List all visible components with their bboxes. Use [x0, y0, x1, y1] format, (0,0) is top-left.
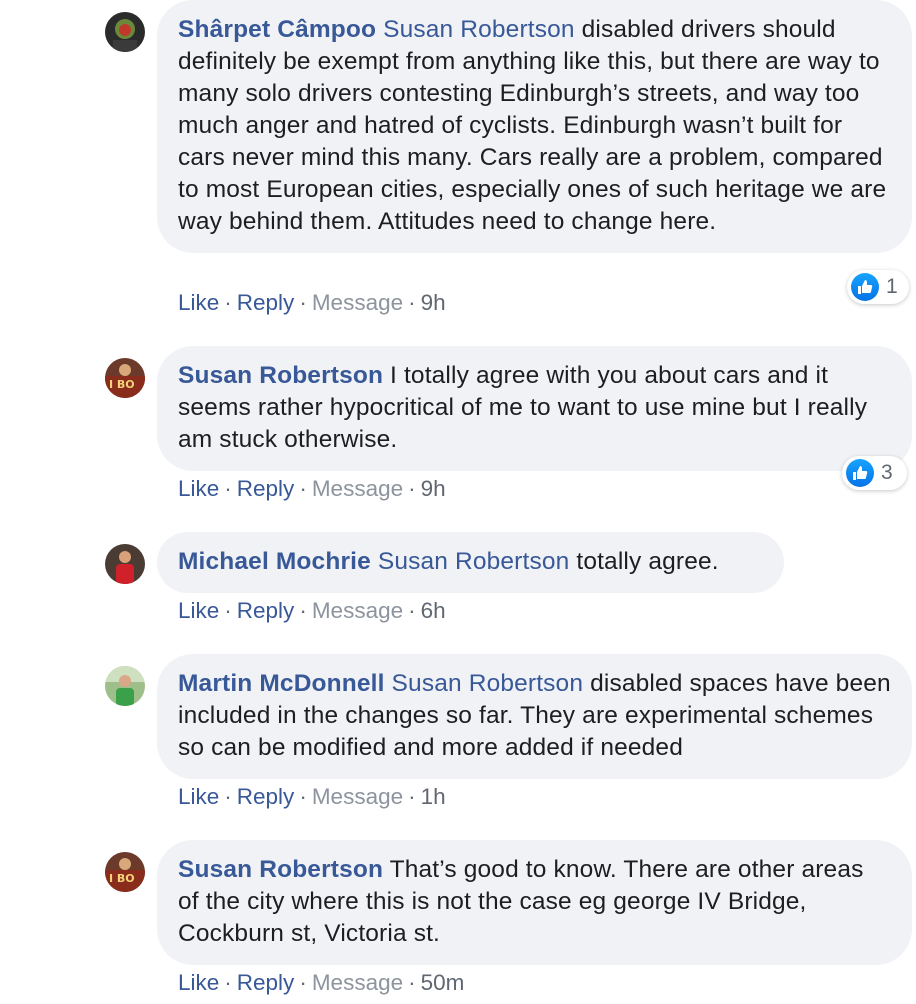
comment-bubble: Michael Mochrie Susan Robertson totally … — [157, 532, 784, 593]
reply-button[interactable]: Reply — [237, 598, 295, 623]
comment-mention[interactable]: Susan Robertson — [392, 670, 584, 697]
comment-mention[interactable]: Susan Robertson — [383, 16, 575, 43]
reaction-badge[interactable]: 3 — [842, 456, 907, 490]
like-button[interactable]: Like — [178, 598, 219, 623]
like-button[interactable]: Like — [178, 290, 219, 315]
comment-bubble: Shârpet Câmpoo Susan Robertson disabled … — [157, 0, 912, 253]
comment-author[interactable]: Susan Robertson — [178, 856, 383, 883]
message-button[interactable]: Message — [312, 784, 403, 809]
reaction-count: 3 — [881, 461, 893, 484]
comment-author[interactable]: Michael Mochrie — [178, 548, 371, 575]
separator: · — [408, 598, 416, 623]
comment-author[interactable]: Shârpet Câmpoo — [178, 16, 376, 43]
separator: · — [408, 290, 416, 315]
reaction-badge[interactable]: 1 — [847, 270, 909, 304]
like-button[interactable]: Like — [178, 970, 219, 995]
comment-author[interactable]: Martin McDonnell — [178, 670, 385, 697]
separator: · — [408, 784, 416, 809]
reply-button[interactable]: Reply — [237, 784, 295, 809]
like-button[interactable]: Like — [178, 476, 219, 501]
avatar[interactable] — [105, 12, 145, 52]
like-button[interactable]: Like — [178, 784, 219, 809]
comment-author[interactable]: Susan Robertson — [178, 362, 383, 389]
message-button[interactable]: Message — [312, 290, 403, 315]
comment-actions: Like · Reply · Message · 9h — [178, 475, 446, 503]
separator: · — [299, 970, 307, 995]
avatar[interactable]: I BO — [105, 852, 145, 892]
comment-actions: Like · Reply · Message · 50m — [178, 969, 464, 997]
avatar[interactable] — [105, 666, 145, 706]
message-button[interactable]: Message — [312, 598, 403, 623]
separator: · — [224, 970, 232, 995]
comment-bubble: Susan Robertson I totally agree with you… — [157, 346, 912, 471]
comment-timestamp[interactable]: 1h — [421, 784, 446, 809]
reply-button[interactable]: Reply — [237, 970, 295, 995]
comment-actions: Like · Reply · Message · 9h — [178, 289, 446, 317]
comment-bubble: Susan Robertson That’s good to know. The… — [157, 840, 912, 965]
comment-text: disabled drivers should definitely be ex… — [178, 16, 887, 235]
comment-bubble: Martin McDonnell Susan Robertson disable… — [157, 654, 912, 779]
separator: · — [299, 290, 307, 315]
comment-actions: Like · Reply · Message · 1h — [178, 783, 446, 811]
separator: · — [408, 476, 416, 501]
avatar[interactable] — [105, 544, 145, 584]
comment-text: totally agree. — [569, 548, 719, 575]
svg-text:I BO: I BO — [109, 872, 135, 885]
thumbs-up-icon — [851, 273, 879, 301]
separator: · — [299, 598, 307, 623]
separator: · — [224, 598, 232, 623]
comment-actions: Like · Reply · Message · 6h — [178, 597, 446, 625]
separator: · — [224, 476, 232, 501]
separator: · — [299, 784, 307, 809]
separator: · — [408, 970, 416, 995]
separator: · — [224, 784, 232, 809]
comment-timestamp[interactable]: 6h — [421, 598, 446, 623]
reaction-count: 1 — [886, 275, 898, 298]
comment-timestamp[interactable]: 50m — [421, 970, 465, 995]
comment-timestamp[interactable]: 9h — [421, 476, 446, 501]
separator: · — [224, 290, 232, 315]
avatar[interactable]: I BO — [105, 358, 145, 398]
svg-text:I BO: I BO — [109, 378, 135, 391]
reply-button[interactable]: Reply — [237, 476, 295, 501]
reply-button[interactable]: Reply — [237, 290, 295, 315]
message-button[interactable]: Message — [312, 476, 403, 501]
thumbs-up-icon — [846, 459, 874, 487]
comment-mention[interactable]: Susan Robertson — [378, 548, 570, 575]
comment-timestamp[interactable]: 9h — [421, 290, 446, 315]
message-button[interactable]: Message — [312, 970, 403, 995]
separator: · — [299, 476, 307, 501]
